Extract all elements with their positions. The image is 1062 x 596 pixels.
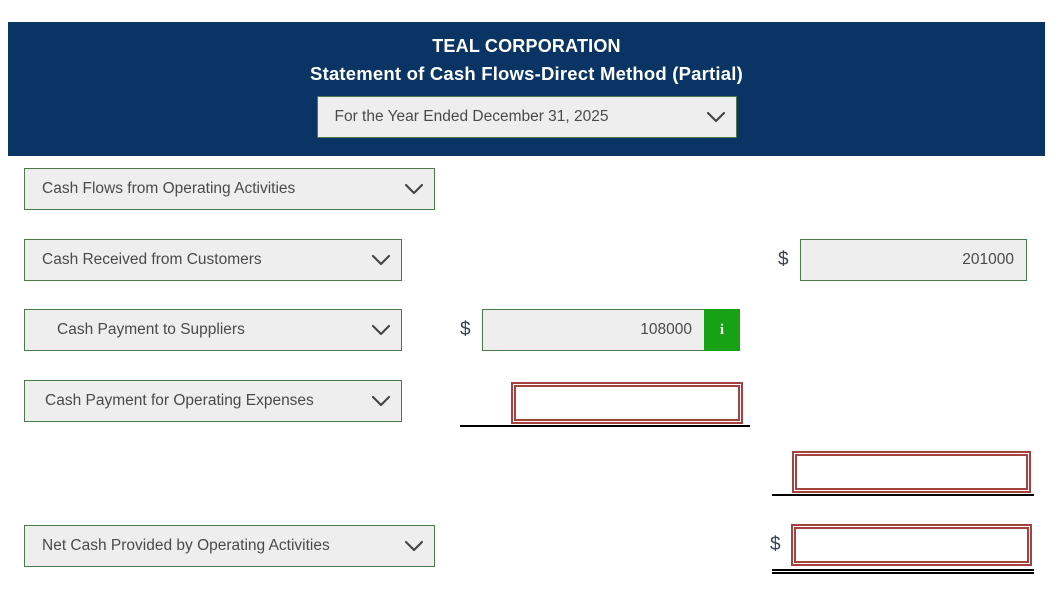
cash-flow-statement-worksheet: TEAL CORPORATION Statement of Cash Flows… [0, 0, 1062, 596]
total-double-rule [772, 569, 1034, 574]
statement-header: TEAL CORPORATION Statement of Cash Flows… [8, 22, 1045, 156]
info-icon-button[interactable]: i [704, 309, 740, 351]
chevron-down-icon [390, 540, 424, 552]
currency-symbol: $ [778, 249, 789, 270]
chevron-down-icon [357, 254, 391, 266]
row-1-select-label: Cash Flows from Operating Activities [42, 180, 296, 197]
row-5-amount-input[interactable] [792, 451, 1031, 493]
row-5-input-wrapper [792, 451, 1031, 493]
row-4-label-cell: Cash Payment for Operating Expenses [24, 380, 402, 422]
row-3-label-cell: Cash Payment to Suppliers [24, 309, 402, 351]
row-2-amount-input[interactable]: 201000 [800, 239, 1027, 281]
row-3-mid-amount-cell: $ 108000 i [460, 309, 740, 351]
info-icon: i [719, 321, 725, 338]
currency-symbol: $ [770, 534, 781, 555]
period-select[interactable]: For the Year Ended December 31, 2025 [316, 96, 737, 138]
row-4-amount-input[interactable] [511, 382, 743, 424]
row-3-select-label: Cash Payment to Suppliers [57, 321, 245, 338]
period-select-label: For the Year Ended December 31, 2025 [334, 108, 609, 125]
chevron-down-icon [357, 324, 391, 336]
chevron-down-icon [357, 395, 391, 407]
row-2-amount-value: 201000 [962, 251, 1014, 268]
row-3-amount-value: 108000 [640, 321, 692, 338]
row-6-label-cell: Net Cash Provided by Operating Activitie… [24, 525, 435, 567]
chevron-down-icon [390, 183, 424, 195]
row-2-label-cell: Cash Received from Customers [24, 239, 402, 281]
select-cash-received-from-customers[interactable]: Cash Received from Customers [24, 239, 402, 281]
row-6-input-wrapper [791, 524, 1032, 566]
row-4-input-wrapper [511, 382, 743, 424]
row-2-select-label: Cash Received from Customers [42, 251, 262, 268]
row-6-right-amount-cell: $ [770, 524, 1032, 566]
row-1-label-cell: Cash Flows from Operating Activities [24, 168, 435, 210]
subtotal-rule [460, 425, 750, 427]
row-4-select-label: Cash Payment for Operating Expenses [45, 392, 314, 409]
statement-title: Statement of Cash Flows-Direct Method (P… [310, 63, 743, 84]
row-5-right-amount-cell [792, 451, 1031, 493]
row-6-select-label: Net Cash Provided by Operating Activitie… [42, 537, 330, 554]
row-6-amount-input[interactable] [791, 524, 1032, 566]
row-4-mid-amount-cell [511, 382, 743, 424]
subtotal-rule [772, 494, 1034, 496]
currency-symbol: $ [460, 319, 471, 340]
row-2-right-amount-cell: $ 201000 [778, 239, 1027, 281]
sidebar-item-cash-flows-operating[interactable]: Cash Flows from Operating Activities [24, 168, 435, 210]
row-3-amount-input[interactable]: 108000 [482, 309, 704, 351]
select-cash-payment-to-suppliers[interactable]: Cash Payment to Suppliers [24, 309, 402, 351]
period-select-wrapper: For the Year Ended December 31, 2025 [316, 96, 737, 138]
select-cash-payment-operating-expenses[interactable]: Cash Payment for Operating Expenses [24, 380, 402, 422]
chevron-down-icon [692, 111, 726, 123]
select-net-cash-provided-operating[interactable]: Net Cash Provided by Operating Activitie… [24, 525, 435, 567]
company-name: TEAL CORPORATION [432, 36, 621, 56]
